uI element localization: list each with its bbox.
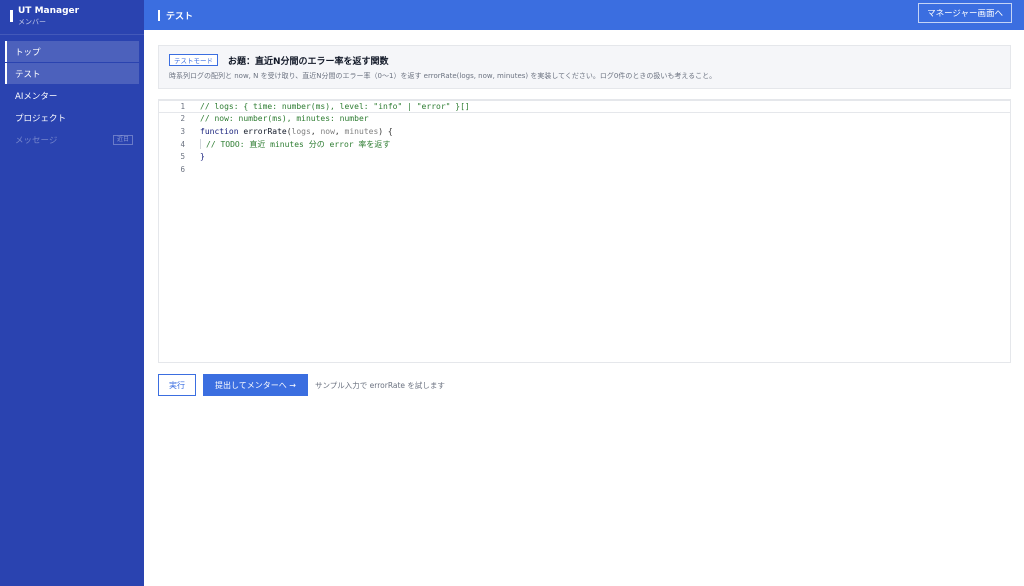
top-header: テスト マネージャー画面へ xyxy=(144,0,1024,30)
sidebar-item-ai-mentor[interactable]: AIメンター xyxy=(5,85,139,106)
keyword: function xyxy=(200,126,239,136)
main-content: テストモード お題：直近N分間のエラー率を返す関数 時系列ログの配列と now,… xyxy=(144,30,1024,586)
run-button[interactable]: 実行 xyxy=(158,374,196,396)
sidebar-item-label: メッセージ xyxy=(15,135,58,146)
sidebar-item-top[interactable]: トップ xyxy=(5,41,139,62)
code-line[interactable]: 2 // now: number(ms), minutes: number xyxy=(159,113,1010,126)
run-hint-text: サンプル入力で errorRate を試します xyxy=(315,381,445,390)
sidebar-item-label: AIメンター xyxy=(15,91,58,102)
code-comment: // now: number(ms), minutes: number xyxy=(200,114,369,124)
code-line[interactable]: 4 // TODO: 直近 minutes 分の error 率を返す xyxy=(159,138,1010,151)
sidebar-item-project[interactable]: プロジェクト xyxy=(5,107,139,128)
sidebar-item-test[interactable]: テスト xyxy=(5,63,139,84)
sidebar-item-label: プロジェクト xyxy=(15,113,67,124)
sidebar: UT Manager メンバー トップ テスト AIメンター プロジェクト メッ… xyxy=(0,0,144,586)
function-signature: function errorRate(logs, now, minutes) { xyxy=(200,126,393,136)
task-description: 時系列ログの配列と now, N を受け取り、直近N分間のエラー率（0〜1）を返… xyxy=(169,72,717,80)
code-line[interactable]: 3 function errorRate(logs, now, minutes)… xyxy=(159,125,1010,138)
header-accent-bar xyxy=(158,9,160,21)
line-number: 1 xyxy=(180,101,185,111)
task-title: お題：直近N分間のエラー率を返す関数 xyxy=(228,57,389,67)
line-number: 6 xyxy=(180,164,185,174)
param: now xyxy=(320,126,335,136)
line-number: 5 xyxy=(180,152,185,162)
line-number: 4 xyxy=(180,139,185,149)
manager-screen-button[interactable]: マネージャー画面へ xyxy=(918,3,1012,23)
brand: UT Manager メンバー xyxy=(0,0,144,35)
code-line[interactable]: 5 } xyxy=(159,150,1010,163)
sidebar-nav: トップ テスト AIメンター プロジェクト メッセージ 近日 xyxy=(0,35,144,150)
sidebar-item-message: メッセージ 近日 xyxy=(5,129,139,150)
task-card: テストモード お題：直近N分間のエラー率を返す関数 時系列ログの配列と now,… xyxy=(158,45,1011,89)
code-comment: // logs: { time: number(ms), level: "inf… xyxy=(200,101,470,111)
function-name: errorRate xyxy=(243,126,287,136)
code-editor[interactable]: 1 // logs: { time: number(ms), level: "i… xyxy=(158,99,1011,363)
sidebar-item-label: テスト xyxy=(15,69,41,80)
page-title: テスト xyxy=(166,11,194,22)
closing-brace: } xyxy=(200,152,205,162)
test-mode-tag: テストモード xyxy=(169,54,218,66)
param: minutes xyxy=(344,126,379,136)
line-number: 2 xyxy=(180,114,185,124)
param: logs xyxy=(291,126,311,136)
user-role: メンバー xyxy=(18,18,46,26)
code-comment: // TODO: 直近 minutes 分の error 率を返す xyxy=(206,139,391,149)
brand-accent-bar xyxy=(10,10,13,22)
sidebar-item-label: トップ xyxy=(15,47,41,58)
code-line[interactable]: 6 xyxy=(159,163,1010,176)
coming-soon-badge: 近日 xyxy=(112,134,133,145)
app-title: UT Manager xyxy=(18,6,80,16)
submit-to-mentor-button[interactable]: 提出してメンターへ → xyxy=(203,374,308,396)
line-number: 3 xyxy=(180,126,185,136)
code-line[interactable]: 1 // logs: { time: number(ms), level: "i… xyxy=(159,100,1010,113)
indent-guide xyxy=(200,139,201,150)
